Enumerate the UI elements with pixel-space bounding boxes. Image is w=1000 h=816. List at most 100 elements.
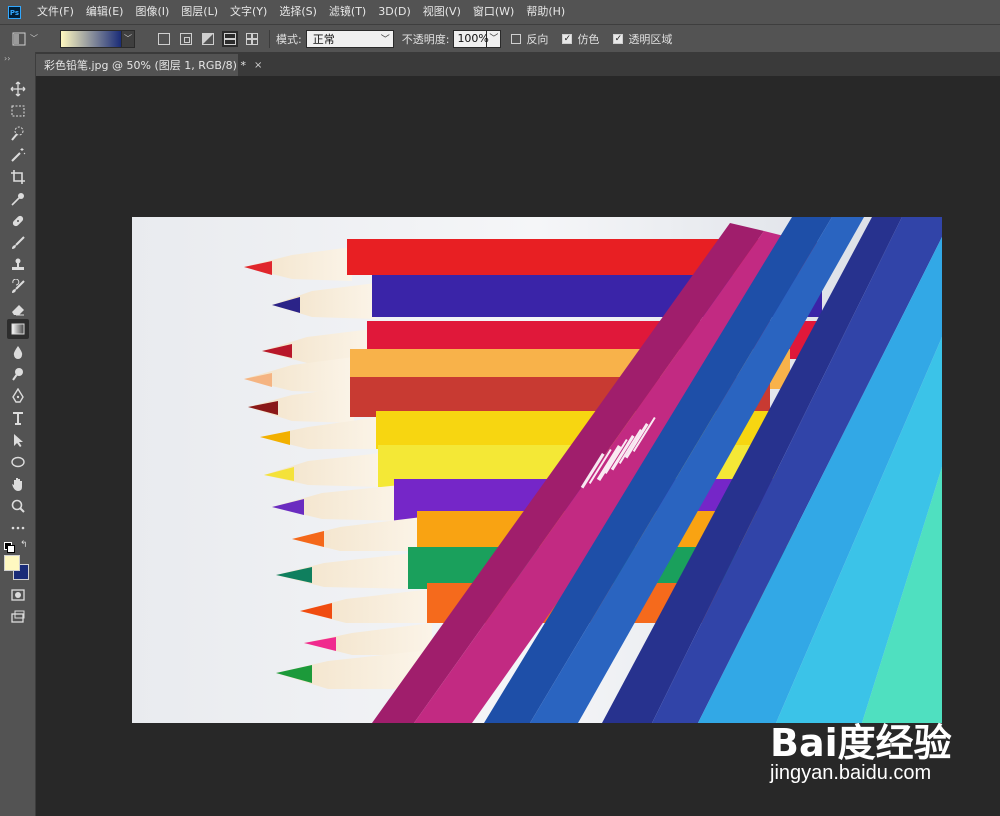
menu-window[interactable]: 窗口(W) xyxy=(468,0,519,24)
hand-tool[interactable] xyxy=(7,474,29,494)
path-selection-tool[interactable] xyxy=(7,430,29,450)
gradient-icon xyxy=(11,323,25,335)
menu-help[interactable]: 帮助(H) xyxy=(521,0,570,24)
gradient-tool[interactable] xyxy=(7,319,29,339)
blur-tool[interactable] xyxy=(7,342,29,362)
magic-wand-icon xyxy=(11,148,26,162)
angle-gradient-button[interactable] xyxy=(202,32,214,45)
radial-gradient-button[interactable] xyxy=(180,32,192,45)
eyedropper-icon xyxy=(11,193,24,206)
opacity-input[interactable]: 100% xyxy=(453,29,489,48)
zoom-tool[interactable] xyxy=(7,496,29,516)
gradient-tool-preset-icon xyxy=(12,32,26,45)
type-icon xyxy=(13,412,23,425)
magic-wand-tool[interactable] xyxy=(7,145,29,165)
move-icon xyxy=(10,81,26,97)
colored-pencils-photo xyxy=(132,217,942,723)
close-tab-icon[interactable]: × xyxy=(254,60,262,71)
magnifier-icon xyxy=(11,499,25,513)
bandage-icon xyxy=(12,215,24,227)
opacity-label: 不透明度: xyxy=(401,32,450,46)
brush-tool[interactable] xyxy=(7,233,29,253)
quick-mask-icon xyxy=(11,589,25,601)
screen-mode-icon xyxy=(11,610,25,623)
dither-checkbox[interactable]: ✓ xyxy=(562,33,573,44)
canvas-area[interactable] xyxy=(36,76,1000,816)
chevron-down-icon: ﹀ xyxy=(30,34,38,43)
menu-image[interactable]: 图像(I) xyxy=(130,0,174,24)
crop-tool[interactable] xyxy=(7,167,29,187)
history-brush-icon xyxy=(12,279,25,293)
ellipse-tool[interactable] xyxy=(7,452,29,472)
move-tool[interactable] xyxy=(7,79,29,99)
more-dots-icon xyxy=(11,526,25,530)
diamond-gradient-button[interactable] xyxy=(246,32,258,45)
history-brush-tool[interactable] xyxy=(7,277,29,297)
marquee-tool[interactable] xyxy=(7,101,29,121)
chevron-down-icon: ﹀ xyxy=(380,34,390,45)
quick-selection-icon xyxy=(11,126,24,141)
quick-selection-tool[interactable] xyxy=(7,123,29,143)
document-tab[interactable]: 彩色铅笔.jpg @ 50% (图层 1, RGB/8) * × xyxy=(36,54,262,76)
ellipse-icon xyxy=(11,456,25,468)
menu-edit[interactable]: 编辑(E) xyxy=(81,0,129,24)
reverse-checkbox[interactable] xyxy=(511,33,522,44)
edit-toolbar-button[interactable] xyxy=(7,518,29,538)
divider xyxy=(269,29,270,48)
dither-label: 仿色 xyxy=(577,32,600,46)
transparency-checkbox[interactable]: ✓ xyxy=(613,33,624,44)
watermark-logo: Bai度经验 xyxy=(770,721,952,765)
transparency-label: 透明区域 xyxy=(628,32,673,46)
dodge-icon xyxy=(12,368,23,381)
quick-mask-button[interactable] xyxy=(7,585,29,605)
opacity-value: 100% xyxy=(457,32,489,45)
type-tool[interactable] xyxy=(7,408,29,428)
opacity-slider-dropdown[interactable]: ﹀ xyxy=(487,29,502,48)
document-tab-bar: 彩色铅笔.jpg @ 50% (图层 1, RGB/8) * × xyxy=(36,52,1000,76)
eraser-icon xyxy=(12,305,24,316)
rectangle-marquee-icon xyxy=(11,105,25,117)
arrow-cursor-icon xyxy=(14,434,23,447)
mode-label: 模式: xyxy=(276,32,302,46)
pen-icon xyxy=(12,388,24,403)
menu-view[interactable]: 视图(V) xyxy=(418,0,466,24)
gradient-picker-dropdown[interactable]: ﹀ xyxy=(122,29,135,48)
menu-3d[interactable]: 3D(D) xyxy=(373,0,416,24)
tools-panel: ›› ↰ xyxy=(0,52,36,816)
gradient-editor-swatch[interactable] xyxy=(60,29,122,48)
linear-gradient-button[interactable] xyxy=(158,32,170,45)
menu-select[interactable]: 选择(S) xyxy=(274,0,322,24)
healing-brush-tool[interactable] xyxy=(7,211,29,231)
menu-type[interactable]: 文字(Y) xyxy=(225,0,272,24)
baidu-jingyan-watermark: Bai度经验 jingyan.baidu.com xyxy=(770,712,980,802)
foreground-color-swatch[interactable] xyxy=(4,555,20,571)
blend-mode-select[interactable]: 正常 ﹀ xyxy=(305,29,394,48)
screen-mode-button[interactable] xyxy=(7,607,29,627)
dodge-tool[interactable] xyxy=(7,364,29,384)
document-canvas-image[interactable] xyxy=(132,217,942,723)
photoshop-logo-icon: Ps xyxy=(8,5,21,19)
menu-bar: Ps 文件(F) 编辑(E) 图像(I) 图层(L) 文字(Y) 选择(S) 滤… xyxy=(0,0,1000,24)
blend-mode-value: 正常 xyxy=(312,32,335,46)
chevron-down-icon: ﹀ xyxy=(489,33,499,44)
stamp-icon xyxy=(12,258,24,270)
water-drop-icon xyxy=(13,346,23,359)
options-bar: ﹀ ﹀ 模式: 正常 ﹀ 不透明度: 100% ﹀ 反向 ✓ 仿色 ✓ 透明区域 xyxy=(0,24,1000,52)
menu-file[interactable]: 文件(F) xyxy=(32,0,79,24)
chevron-down-icon: ﹀ xyxy=(124,34,132,43)
brush-icon xyxy=(12,236,25,249)
reflected-gradient-button[interactable] xyxy=(222,30,238,47)
clone-stamp-tool[interactable] xyxy=(7,255,29,275)
collapse-panel-icon[interactable]: ›› xyxy=(4,54,10,63)
tool-preset-picker[interactable]: ﹀ xyxy=(12,32,38,46)
swap-colors-icon[interactable]: ↰ xyxy=(20,540,28,550)
hand-icon xyxy=(12,478,22,491)
reverse-label: 反向 xyxy=(526,32,549,46)
eraser-tool[interactable] xyxy=(7,299,29,319)
pen-tool[interactable] xyxy=(7,386,29,406)
crop-icon xyxy=(11,170,25,184)
document-tab-title: 彩色铅笔.jpg @ 50% (图层 1, RGB/8) * xyxy=(44,59,246,72)
menu-layer[interactable]: 图层(L) xyxy=(176,0,223,24)
menu-filter[interactable]: 滤镜(T) xyxy=(324,0,371,24)
eyedropper-tool[interactable] xyxy=(7,189,29,209)
